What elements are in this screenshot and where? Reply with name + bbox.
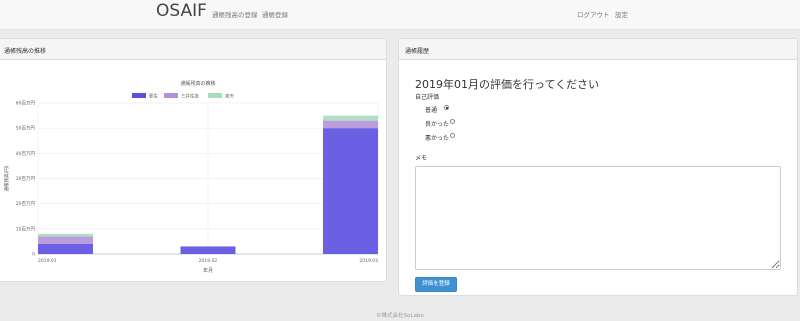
bar-2019.03-0 bbox=[323, 128, 378, 254]
x-tick-label-0: 2019.01 bbox=[38, 258, 57, 264]
nav-link-balance-register[interactable]: 通帳残高の登録 bbox=[212, 9, 258, 19]
legend-swatch-1 bbox=[164, 93, 178, 98]
x-tick-label-1: 2019.02 bbox=[199, 258, 218, 264]
brand-logo[interactable]: OSAIF bbox=[156, 1, 207, 21]
self-eval-label: 自己評価 bbox=[415, 94, 440, 101]
x-tick-label-2: 2019.03 bbox=[359, 258, 378, 264]
nav-link-settings[interactable]: 設定 bbox=[615, 9, 628, 19]
option-normal-radio[interactable] bbox=[444, 105, 449, 110]
navbar: OSAIF 通帳残高の登録 通帳登録 ログアウト 設定 bbox=[0, 0, 800, 30]
option-normal-label[interactable]: 普通 bbox=[425, 105, 437, 114]
bar-2019.01-1 bbox=[38, 236, 93, 244]
option-good-radio[interactable] bbox=[450, 119, 455, 124]
balance-chart: 通帳残高の推移郵生 三井住友 楽天 0 10百万円 20百万円 30百万円 40百万円 50百万… bbox=[3, 80, 379, 274]
nav-link-passbook-register[interactable]: 通帳登録 bbox=[262, 9, 288, 19]
chart-title: 通帳残高の推移 bbox=[180, 80, 215, 87]
footer-copyright: ©株式会社SoLabo bbox=[376, 313, 424, 319]
y-tick-label-5: 50百万円 bbox=[16, 126, 36, 132]
submit-evaluation-button[interactable]: 評価を登録 bbox=[415, 277, 457, 292]
bar-2019.03-1 bbox=[323, 120, 378, 129]
y-tick-label-0: 0 bbox=[32, 252, 35, 258]
y-axis-label: 通帳残高(円) bbox=[3, 165, 10, 191]
bar-2019.03-2 bbox=[323, 115, 378, 121]
evaluation-panel: 通帳履歴 2019年01月の評価を行ってください 自己評価 普通 良かった 悪か… bbox=[398, 38, 798, 296]
legend-label-0: 郵生 bbox=[149, 93, 158, 100]
legend-swatch-2 bbox=[208, 93, 222, 98]
y-tick-label-3: 30百万円 bbox=[16, 176, 36, 182]
x-axis-label: 年月 bbox=[203, 267, 213, 274]
y-tick-label-4: 40百万円 bbox=[16, 151, 36, 157]
option-good-label[interactable]: 良かった bbox=[425, 119, 449, 128]
y-tick-label-1: 10百万円 bbox=[16, 226, 36, 232]
bar-2019.01-0 bbox=[38, 243, 93, 254]
balance-chart-panel: 通帳残高の推移 通帳残高の推移郵生 三井住友 楽天 0 10百万円 20百万円 30百万円 4… bbox=[0, 38, 387, 282]
legend-swatch-0 bbox=[132, 93, 146, 98]
memo-textarea[interactable] bbox=[415, 166, 781, 270]
bar-2019.01-2 bbox=[38, 233, 93, 237]
y-tick-label-2: 20百万円 bbox=[16, 201, 36, 207]
evaluation-heading: 通帳履歴 bbox=[399, 39, 797, 60]
balance-chart-heading: 通帳残高の推移 bbox=[0, 39, 386, 60]
evaluation-title: 2019年01月の評価を行ってください bbox=[415, 78, 600, 91]
y-tick-label-6: 60百万円 bbox=[16, 101, 36, 107]
bar-2019.02-0 bbox=[180, 246, 236, 254]
option-bad-label[interactable]: 悪かった bbox=[425, 133, 449, 142]
option-bad-radio[interactable] bbox=[450, 133, 455, 138]
legend-label-1: 三井住友 bbox=[181, 93, 199, 100]
nav-link-logout[interactable]: ログアウト bbox=[577, 9, 610, 19]
legend-label-2: 楽天 bbox=[225, 93, 234, 100]
memo-label: メモ bbox=[415, 155, 428, 162]
